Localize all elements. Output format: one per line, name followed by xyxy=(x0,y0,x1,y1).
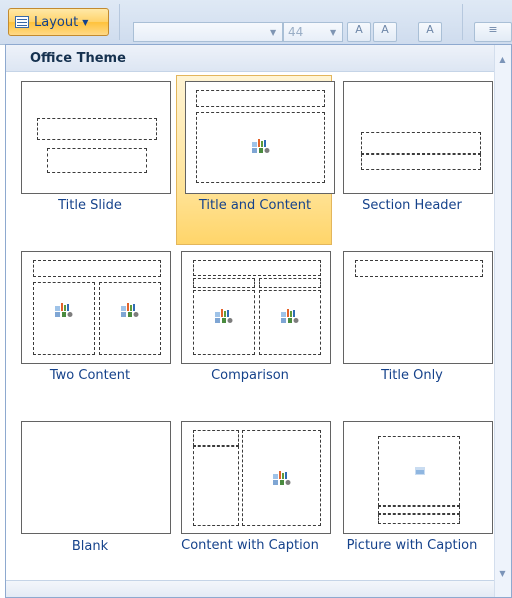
layout-thumbnail xyxy=(343,421,493,534)
ribbon-strip: Layout ▼ ▼ 44 ▼ A A A ≡ xyxy=(0,0,512,45)
title-placeholder xyxy=(37,118,157,140)
layout-thumbnail xyxy=(181,251,331,364)
caption-text-placeholder xyxy=(378,514,460,524)
layout-icon xyxy=(15,16,29,28)
layout-comparison[interactable]: Comparison xyxy=(172,245,331,415)
clear-formatting-button[interactable]: A xyxy=(418,22,442,42)
content-placeholder-icon xyxy=(121,303,139,317)
layout-label: Blank xyxy=(71,539,109,554)
font-name-combobox[interactable] xyxy=(133,22,283,42)
layout-button-label: Layout xyxy=(34,14,79,30)
layout-button[interactable]: Layout ▼ xyxy=(8,8,109,36)
font-size-value: 44 xyxy=(288,25,304,39)
title-placeholder xyxy=(361,132,481,154)
clear-formatting-icon: A xyxy=(426,23,434,36)
chevron-up-icon[interactable]: ▲ xyxy=(497,55,508,65)
ribbon-separator xyxy=(119,4,120,40)
layout-thumbnail xyxy=(21,81,171,194)
chevron-down-icon[interactable]: ▼ xyxy=(497,569,508,579)
subtitle-placeholder xyxy=(47,148,147,173)
layout-thumbnail xyxy=(185,81,335,194)
chevron-down-icon[interactable]: ▼ xyxy=(270,28,276,37)
layout-label: Title and Content xyxy=(198,198,312,213)
content-placeholder-icon xyxy=(281,309,299,323)
layout-title-and-content[interactable]: Title and Content xyxy=(176,75,335,245)
layout-label: Picture with Caption xyxy=(346,538,478,553)
layout-title-only[interactable]: Title Only xyxy=(334,245,493,415)
layout-label: Two Content xyxy=(49,368,131,383)
layout-label: Comparison xyxy=(211,368,289,383)
layout-label: Content with Caption xyxy=(181,538,319,553)
grow-font-icon: A xyxy=(355,23,363,36)
layout-blank[interactable]: Blank xyxy=(12,415,171,585)
picture-placeholder xyxy=(378,436,460,506)
layout-thumbnail xyxy=(343,251,493,364)
content-placeholder xyxy=(196,112,325,183)
ribbon-separator xyxy=(462,4,463,40)
caption-text-placeholder xyxy=(193,446,239,526)
layout-title-slide[interactable]: Title Slide xyxy=(12,75,171,245)
gallery-scrollbar[interactable]: ▲ ▼ xyxy=(494,45,511,597)
shrink-font-icon: A xyxy=(381,23,389,36)
layout-two-content[interactable]: Two Content xyxy=(12,245,171,415)
layout-content-with-caption[interactable]: Content with Caption xyxy=(172,415,331,585)
theme-header: Office Theme xyxy=(6,45,496,72)
layout-thumbnail xyxy=(181,421,331,534)
layout-label: Section Header xyxy=(362,198,462,213)
shrink-font-button[interactable]: A xyxy=(373,22,397,42)
layout-picture-with-caption[interactable]: Picture with Caption xyxy=(334,415,493,585)
layout-thumbnail xyxy=(343,81,493,194)
title-placeholder xyxy=(193,260,321,276)
caption-title-placeholder xyxy=(193,430,239,446)
heading-placeholder xyxy=(259,278,321,288)
content-placeholder xyxy=(242,430,321,526)
title-placeholder xyxy=(196,90,325,107)
content-placeholder xyxy=(193,290,255,355)
layout-label: Title Only xyxy=(381,368,443,383)
content-placeholder xyxy=(99,282,161,355)
bullets-button[interactable]: ≡ xyxy=(474,22,512,42)
layout-gallery: Office Theme Title Slide Title and Conte… xyxy=(5,44,512,598)
content-placeholder-icon xyxy=(55,303,73,317)
bullets-icon: ≡ xyxy=(488,23,498,36)
caption-title-placeholder xyxy=(378,506,460,514)
content-placeholder xyxy=(259,290,321,355)
chevron-down-icon[interactable]: ▼ xyxy=(330,28,336,37)
content-placeholder-icon xyxy=(215,309,233,323)
content-placeholder-icon xyxy=(273,471,291,485)
gallery-footer xyxy=(6,580,496,597)
title-placeholder xyxy=(33,260,161,277)
layout-label: Title Slide xyxy=(58,198,122,213)
content-placeholder xyxy=(33,282,95,355)
chevron-down-icon: ▼ xyxy=(82,17,89,27)
picture-placeholder-icon xyxy=(415,467,425,475)
content-placeholder-icon xyxy=(252,139,270,153)
layout-section-header[interactable]: Section Header xyxy=(334,75,493,245)
text-placeholder xyxy=(361,154,481,170)
heading-placeholder xyxy=(193,278,255,288)
layout-thumbnail xyxy=(21,251,171,364)
layout-thumbnail xyxy=(21,421,171,534)
title-placeholder xyxy=(355,260,483,277)
grow-font-button[interactable]: A xyxy=(347,22,371,42)
